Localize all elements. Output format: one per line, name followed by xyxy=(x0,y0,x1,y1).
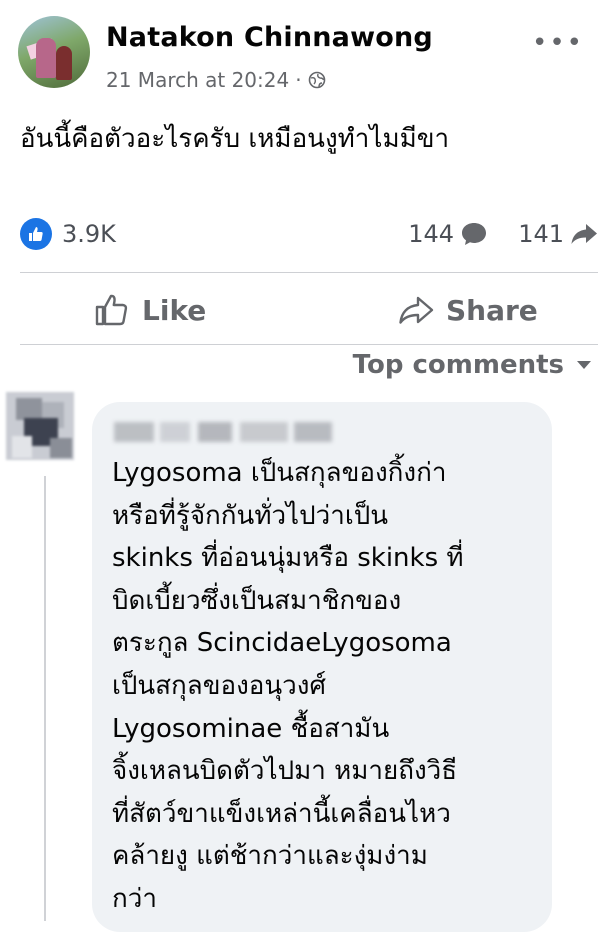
comment-line: ตระกูล ScincidaeLygosoma xyxy=(112,628,452,659)
share-count: 141 xyxy=(518,220,564,248)
comment-bubble-icon xyxy=(462,223,486,245)
comment-line: จิ้งเหลนบิดตัวไปมา หมายถึงวิธี xyxy=(112,756,458,787)
comment-line: skinks ที่อ่อนนุ่มหรือ skinks ที่ xyxy=(112,543,464,574)
post-text: อันนี้คือตัวอะไรครับ เหมือนงูทำไมมีขา xyxy=(20,124,450,154)
post-timestamp[interactable]: 21 March at 20:24 xyxy=(106,68,289,92)
divider xyxy=(20,272,598,273)
comment-line: เป็นสกุลของอนุวงศ์ xyxy=(112,670,326,701)
chevron-down-icon xyxy=(577,361,591,369)
comment-line: Lygosominae ชื้อสามัน xyxy=(112,713,390,744)
author-name[interactable]: Natakon Chinnawong xyxy=(106,22,433,53)
divider xyxy=(20,344,598,345)
post-meta: 21 March at 20:24 · xyxy=(106,68,326,92)
share-count-link[interactable]: 141 xyxy=(518,220,598,248)
like-button[interactable]: Like xyxy=(94,290,206,330)
comment-count: 144 xyxy=(408,220,454,248)
post-action-bar: Like Share xyxy=(20,282,598,338)
comment-text: Lygosoma เป็นสกุลของกิ้งก่า หรือที่รู้จั… xyxy=(112,452,542,921)
more-options-icon[interactable]: ••• xyxy=(532,28,584,58)
commenter-avatar[interactable] xyxy=(6,392,74,460)
globe-icon xyxy=(308,71,325,89)
like-reaction-icon[interactable] xyxy=(20,218,52,250)
meta-separator: · xyxy=(295,68,302,92)
post-stats: 3.9K 144 141 xyxy=(20,214,598,254)
commenter-name-redacted xyxy=(114,418,332,446)
comment-line: หรือที่รู้จักกันทั่วไปว่าเป็น xyxy=(112,500,388,531)
share-icon xyxy=(399,296,434,324)
comment-line: บิดเบี้ยวซึ่งเป็นสมาชิกของ xyxy=(112,585,402,616)
like-label: Like xyxy=(142,293,207,327)
comment-bubble: Lygosoma เป็นสกุลของกิ้งก่า หรือที่รู้จั… xyxy=(92,402,552,932)
comment-sort-dropdown[interactable]: Top comments xyxy=(353,350,592,380)
comment-sort-label: Top comments xyxy=(352,350,564,380)
comment-line: ที่สัตว์ขาแข็งเหล่านี้เคลื่อนไหว xyxy=(112,798,451,829)
comment-line: กว่า xyxy=(112,883,157,914)
post-header: Natakon Chinnawong 21 March at 20:24 · •… xyxy=(18,16,588,96)
share-label: Share xyxy=(446,293,538,327)
comment-line: คล้ายงู แต่ช้ากว่าและงุ่มง่าม xyxy=(112,841,428,872)
comment-thread-line xyxy=(44,476,46,921)
author-avatar[interactable] xyxy=(18,16,90,88)
comment-count-link[interactable]: 144 xyxy=(408,220,488,248)
comment-line: Lygosoma เป็นสกุลของกิ้งก่า xyxy=(112,458,447,488)
share-arrow-icon xyxy=(571,224,597,244)
share-button[interactable]: Share xyxy=(398,290,538,330)
reaction-count[interactable]: 3.9K xyxy=(62,220,116,248)
like-thumb-icon xyxy=(95,294,128,326)
